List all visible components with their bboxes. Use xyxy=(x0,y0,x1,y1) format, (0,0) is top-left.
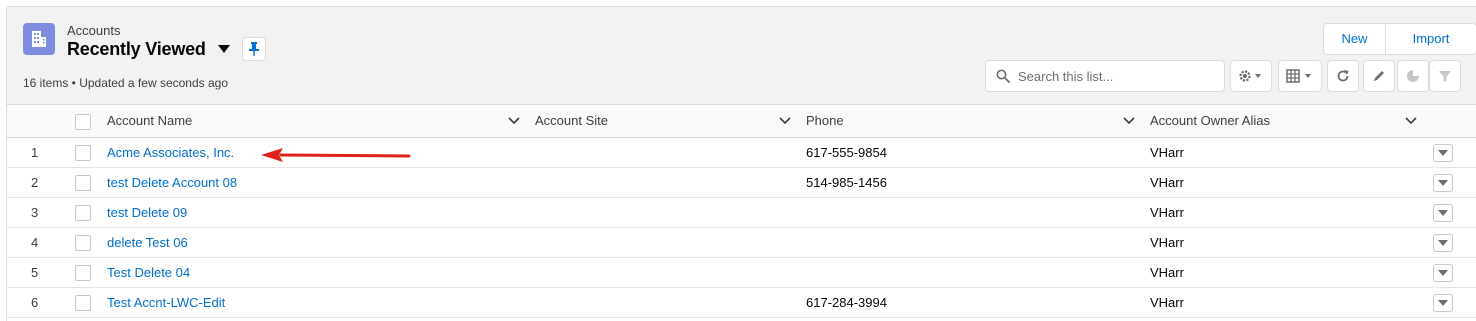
pin-button[interactable] xyxy=(241,37,266,61)
list-view-header: Accounts Recently Viewed 16 items • Upda… xyxy=(7,7,1476,105)
row-action-menu-button[interactable] xyxy=(1433,204,1453,222)
chevron-down-icon[interactable] xyxy=(507,114,521,128)
filter-icon xyxy=(1439,71,1451,82)
owner-alias-cell: VHarr xyxy=(1150,205,1184,220)
phone-cell: 514-985-1456 xyxy=(806,175,887,190)
caret-down-icon[interactable] xyxy=(214,39,234,59)
phone-cell: 617-284-3994 xyxy=(806,295,887,310)
row-number: 1 xyxy=(31,145,39,160)
account-name-link[interactable]: Test Delete 04 xyxy=(107,258,190,287)
account-name-link[interactable]: Test Accnt-LWC-Edit xyxy=(107,288,225,317)
filters-button[interactable] xyxy=(1429,60,1461,92)
caret-down-icon xyxy=(1438,270,1448,276)
owner-alias-cell: VHarr xyxy=(1150,175,1184,190)
row-action-menu-button[interactable] xyxy=(1433,144,1453,162)
row-checkbox[interactable] xyxy=(75,265,91,281)
caret-down-icon xyxy=(1438,150,1448,156)
list-view-title[interactable]: Recently Viewed xyxy=(67,39,206,60)
accounts-table: Account Name Account Site Phone Account … xyxy=(7,105,1476,318)
table-row: 3 test Delete 09 VHarr xyxy=(7,198,1476,228)
table-row: 2 test Delete Account 08 514-985-1456 VH… xyxy=(7,168,1476,198)
charts-button[interactable] xyxy=(1397,60,1429,92)
table-row: 5 Test Delete 04 VHarr xyxy=(7,258,1476,288)
caret-down-icon xyxy=(1438,210,1448,216)
list-view-container: Accounts Recently Viewed 16 items • Upda… xyxy=(6,6,1476,321)
account-name-link[interactable]: test Delete 09 xyxy=(107,198,187,227)
chart-icon xyxy=(1407,70,1419,82)
row-number: 4 xyxy=(31,235,39,250)
table-view-icon xyxy=(1286,69,1311,83)
table-row: 4 delete Test 06 VHarr xyxy=(7,228,1476,258)
gear-icon xyxy=(1239,70,1261,82)
table-row: 6 Test Accnt-LWC-Edit 617-284-3994 VHarr xyxy=(7,288,1476,318)
row-action-menu-button[interactable] xyxy=(1433,234,1453,252)
row-action-menu-button[interactable] xyxy=(1433,294,1453,312)
account-name-link[interactable]: test Delete Account 08 xyxy=(107,168,237,197)
chevron-down-icon[interactable] xyxy=(778,114,792,128)
caret-down-icon xyxy=(1438,300,1448,306)
list-settings-button[interactable] xyxy=(1230,60,1272,92)
row-action-menu-button[interactable] xyxy=(1433,264,1453,282)
row-number: 5 xyxy=(31,265,39,280)
import-button[interactable]: Import xyxy=(1385,24,1476,54)
chevron-down-icon[interactable] xyxy=(1404,114,1418,128)
column-header-owner-alias[interactable]: Account Owner Alias xyxy=(1150,105,1270,137)
list-view-selector[interactable]: Recently Viewed xyxy=(67,37,266,61)
column-header-account-site[interactable]: Account Site xyxy=(535,105,608,137)
display-as-button[interactable] xyxy=(1278,60,1322,92)
account-name-link[interactable]: delete Test 06 xyxy=(107,228,188,257)
list-meta-info: 16 items • Updated a few seconds ago xyxy=(23,76,228,90)
table-row: 1 Acme Associates, Inc. 617-555-9854 VHa… xyxy=(7,138,1476,168)
chevron-down-icon[interactable] xyxy=(1122,114,1136,128)
pin-icon xyxy=(248,42,259,56)
action-button-group: New Import xyxy=(1323,23,1476,55)
owner-alias-cell: VHarr xyxy=(1150,235,1184,250)
owner-alias-cell: VHarr xyxy=(1150,295,1184,310)
row-checkbox[interactable] xyxy=(75,295,91,311)
row-number: 6 xyxy=(31,295,39,310)
row-checkbox[interactable] xyxy=(75,235,91,251)
edit-icon xyxy=(1374,71,1384,81)
row-action-menu-button[interactable] xyxy=(1433,174,1453,192)
column-header-account-name[interactable]: Account Name xyxy=(107,105,192,137)
phone-cell: 617-555-9854 xyxy=(806,145,887,160)
table-header-row: Account Name Account Site Phone Account … xyxy=(7,105,1476,138)
search-input[interactable] xyxy=(1018,68,1208,84)
row-number: 3 xyxy=(31,205,39,220)
list-search-box[interactable] xyxy=(985,60,1225,92)
row-checkbox[interactable] xyxy=(75,205,91,221)
account-object-icon xyxy=(23,23,55,55)
search-icon xyxy=(996,69,1010,83)
account-name-link[interactable]: Acme Associates, Inc. xyxy=(107,138,234,167)
row-number: 2 xyxy=(31,175,39,190)
caret-down-icon xyxy=(1438,180,1448,186)
refresh-button[interactable] xyxy=(1327,60,1359,92)
select-all-checkbox[interactable] xyxy=(75,114,91,130)
column-header-phone[interactable]: Phone xyxy=(806,105,844,137)
refresh-icon xyxy=(1337,70,1349,82)
new-button[interactable]: New xyxy=(1324,24,1385,54)
row-checkbox[interactable] xyxy=(75,175,91,191)
row-checkbox[interactable] xyxy=(75,145,91,161)
owner-alias-cell: VHarr xyxy=(1150,145,1184,160)
caret-down-icon xyxy=(1438,240,1448,246)
inline-edit-button[interactable] xyxy=(1363,60,1395,92)
annotation-arrow-icon xyxy=(261,148,411,162)
owner-alias-cell: VHarr xyxy=(1150,265,1184,280)
object-name: Accounts xyxy=(67,23,121,38)
